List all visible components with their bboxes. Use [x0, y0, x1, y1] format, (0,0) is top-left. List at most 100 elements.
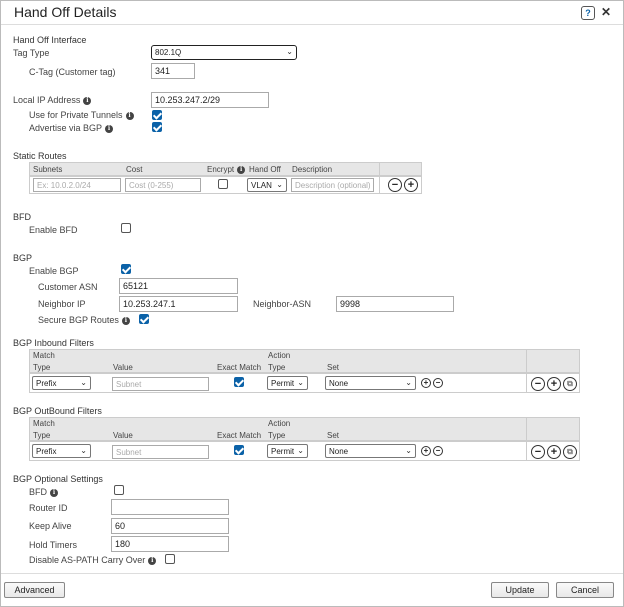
plus-icon: +	[550, 378, 558, 390]
secure-bgp-checkbox[interactable]	[139, 314, 149, 324]
copy-icon: ⧉	[567, 379, 573, 388]
col-encrypt-row: Encrypt i	[207, 165, 246, 174]
customer-asn-input[interactable]: 65121	[119, 278, 238, 294]
minus-icon: −	[534, 378, 542, 390]
dialog-title: Hand Off Details	[14, 4, 117, 20]
inbound-type-value: Prefix	[36, 379, 57, 388]
update-button[interactable]: Update	[491, 582, 549, 598]
cost-input[interactable]: Cost (0-255)	[125, 178, 201, 192]
plus-icon: +	[550, 446, 558, 458]
optional-bfd-label: BFD	[29, 487, 47, 497]
neighbor-asn-input[interactable]: 9998	[336, 296, 454, 312]
inbound-action-type-select[interactable]: Permit ⌄	[267, 376, 308, 390]
section-bfd: BFD	[13, 212, 31, 222]
chevron-down-icon: ⌄	[80, 378, 87, 387]
inbound-value-input[interactable]: Subnet	[112, 377, 209, 391]
close-icon[interactable]: ✕	[601, 5, 611, 19]
advertise-bgp-label: Advertise via BGP	[29, 123, 103, 133]
inbound-row: Prefix ⌄ Subnet Permit ⌄ None ⌄ + −	[29, 373, 580, 393]
col-exact-match: Exact Match	[217, 431, 262, 440]
tag-type-label: Tag Type	[13, 48, 50, 58]
plus-icon: +	[407, 179, 415, 191]
section-bgp-inbound-filters: BGP Inbound Filters	[13, 338, 94, 348]
outbound-add-set-button[interactable]: +	[421, 446, 431, 456]
outbound-type-select[interactable]: Prefix ⌄	[32, 444, 91, 458]
help-icon[interactable]: ?	[581, 6, 595, 20]
optional-bfd-label-row: BFD i	[29, 487, 58, 497]
advanced-button[interactable]: Advanced	[4, 582, 65, 598]
advertise-bgp-label-row: Advertise via BGP i	[29, 123, 114, 133]
disable-as-path-checkbox[interactable]	[165, 554, 175, 564]
tag-type-select[interactable]: 802.1Q ⌄	[151, 45, 297, 60]
divider	[526, 350, 527, 392]
col-action-type: Type	[268, 431, 286, 440]
outbound-set-value: None	[329, 447, 349, 456]
router-id-input[interactable]	[111, 499, 229, 515]
enable-bgp-checkbox[interactable]	[121, 264, 131, 274]
description-input[interactable]: Description (optional)	[291, 178, 374, 192]
hand-off-select[interactable]: VLAN ⌄	[247, 178, 287, 192]
section-bgp: BGP	[13, 253, 33, 263]
info-icon: i	[83, 96, 92, 105]
local-ip-input[interactable]: 10.253.247.2/29	[151, 92, 269, 108]
chevron-down-icon: ⌄	[297, 378, 304, 387]
tag-type-value: 802.1Q	[155, 48, 182, 57]
hold-timers-input[interactable]: 180	[111, 536, 229, 552]
inbound-set-select[interactable]: None ⌄	[325, 376, 416, 390]
inbound-remove-button[interactable]: −	[531, 377, 545, 391]
col-encrypt: Encrypt	[207, 165, 235, 174]
col-exact-match: Exact Match	[217, 363, 262, 372]
divider	[379, 163, 380, 193]
minus-icon: −	[435, 378, 441, 387]
inbound-copy-button[interactable]: ⧉	[563, 377, 577, 391]
encrypt-checkbox[interactable]	[218, 179, 228, 189]
secure-bgp-label-row: Secure BGP Routes i	[38, 315, 130, 325]
outbound-exact-match-checkbox[interactable]	[234, 445, 244, 455]
section-hand-off-interface: Hand Off Interface	[13, 35, 87, 45]
title-bar: Hand Off Details ? ✕	[1, 1, 623, 25]
col-subnets: Subnets	[33, 165, 63, 174]
inbound-header: Match Action Type Value Exact Match Type…	[29, 349, 580, 373]
copy-icon: ⧉	[567, 447, 573, 456]
inbound-type-select[interactable]: Prefix ⌄	[32, 376, 91, 390]
advertise-bgp-checkbox[interactable]	[152, 122, 162, 132]
private-tunnels-checkbox[interactable]	[152, 110, 162, 120]
info-icon: i	[237, 165, 246, 174]
static-routes-header: Subnets Cost Encrypt i Hand Off Descripti…	[29, 162, 422, 176]
minus-icon: −	[391, 179, 399, 191]
outbound-remove-set-button[interactable]: −	[433, 446, 443, 456]
outbound-add-button[interactable]: +	[547, 445, 561, 459]
subnet-input[interactable]: Ex: 10.0.2.0/24	[33, 178, 121, 192]
optional-bfd-checkbox[interactable]	[114, 485, 124, 495]
inbound-add-button[interactable]: +	[547, 377, 561, 391]
divider	[526, 418, 527, 460]
neighbor-ip-label: Neighbor IP	[38, 299, 86, 309]
outbound-action-type-value: Permit	[271, 447, 295, 456]
ctag-input[interactable]: 341	[151, 63, 195, 79]
col-type: Type	[33, 431, 51, 440]
cancel-button[interactable]: Cancel	[556, 582, 614, 598]
keep-alive-input[interactable]: 60	[111, 518, 229, 534]
keep-alive-label: Keep Alive	[29, 521, 72, 531]
inbound-remove-set-button[interactable]: −	[433, 378, 443, 388]
col-action-type: Type	[268, 363, 286, 372]
match-label: Match	[33, 351, 55, 360]
outbound-action-type-select[interactable]: Permit ⌄	[267, 444, 308, 458]
add-route-button[interactable]: +	[404, 178, 418, 192]
remove-route-button[interactable]: −	[388, 178, 402, 192]
info-icon: i	[50, 488, 58, 497]
outbound-copy-button[interactable]: ⧉	[563, 445, 577, 459]
outbound-value-input[interactable]: Subnet	[112, 445, 209, 459]
inbound-add-set-button[interactable]: +	[421, 378, 431, 388]
enable-bfd-checkbox[interactable]	[121, 223, 131, 233]
chevron-down-icon: ⌄	[276, 180, 283, 189]
outbound-set-select[interactable]: None ⌄	[325, 444, 416, 458]
chevron-down-icon: ⌄	[405, 378, 412, 387]
col-hand-off: Hand Off	[249, 165, 281, 174]
minus-icon: −	[435, 446, 441, 455]
hand-off-details-dialog: Hand Off Details ? ✕ Hand Off Interface …	[0, 0, 624, 607]
neighbor-ip-input[interactable]: 10.253.247.1	[119, 296, 238, 312]
outbound-remove-button[interactable]: −	[531, 445, 545, 459]
inbound-exact-match-checkbox[interactable]	[234, 377, 244, 387]
customer-asn-label: Customer ASN	[38, 282, 98, 292]
